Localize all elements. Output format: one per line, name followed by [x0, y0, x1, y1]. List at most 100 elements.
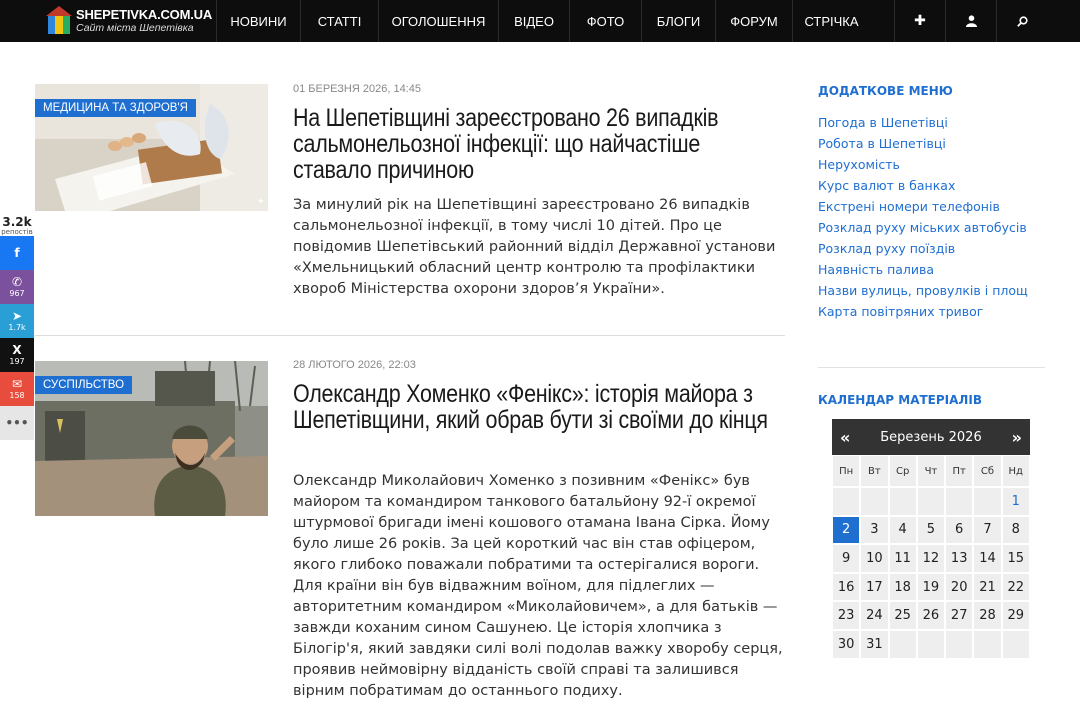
calendar-day: 29	[1001, 601, 1030, 630]
article-divider	[35, 335, 785, 336]
search-icon[interactable]	[996, 0, 1047, 42]
calendar-day[interactable]: 1	[1001, 487, 1030, 516]
calendar-day: 16	[832, 572, 861, 602]
site-subtitle: Сайт міста Шепетівка	[76, 22, 194, 35]
calendar-empty-cell	[973, 629, 1002, 659]
sidebar-link-weather[interactable]: Погода в Шепетівці	[818, 112, 1028, 133]
email-share-button[interactable]: ✉ 158	[0, 372, 34, 406]
calendar-day: 24	[860, 601, 889, 630]
calendar-day: 28	[973, 601, 1002, 630]
nav-item-video[interactable]: ВІДЕО	[498, 0, 569, 42]
calendar-day: 18	[888, 572, 917, 602]
viber-icon: ✆	[11, 274, 23, 289]
telegram-share-button[interactable]: ➤ 1.7k	[0, 304, 34, 338]
sidebar-link-real-estate[interactable]: Нерухомість	[818, 154, 1028, 175]
calendar-weekday-label: Ср	[888, 455, 917, 487]
calendar-day: 21	[973, 572, 1002, 602]
calendar-weekday-label: Сб	[973, 455, 1002, 487]
nav-item-feed[interactable]: СТРІЧКА	[792, 0, 870, 42]
calendar-day: 5	[916, 515, 946, 545]
calendar-day: 6	[945, 515, 974, 545]
nav-item-photo[interactable]: ФОТО	[569, 0, 641, 42]
calendar-day: 10	[860, 544, 889, 573]
calendar-day: 23	[832, 601, 861, 630]
logo-emblem-icon	[46, 6, 72, 36]
share-total-count: 3.2k	[2, 215, 32, 229]
viber-share-button[interactable]: ✆ 967	[0, 270, 34, 304]
category-badge[interactable]: МЕДИЦИНА ТА ЗДОРОВ'Я	[35, 99, 196, 117]
calendar-empty-cell	[888, 487, 917, 516]
additional-menu-title: ДОДАТКОВЕ МЕНЮ	[818, 84, 953, 98]
svg-text:✦: ✦	[257, 197, 265, 207]
calendar-empty-cell	[1001, 629, 1030, 659]
sidebar-link-street-names[interactable]: Назви вулиць, провулків і площ	[818, 280, 1028, 301]
sidebar-link-fuel[interactable]: Наявність палива	[818, 259, 1028, 280]
sidebar-link-bus-schedule[interactable]: Розклад руху міських автобусів	[818, 217, 1028, 238]
calendar-day: 31	[860, 629, 889, 659]
nav-item-blogs[interactable]: БЛОГИ	[641, 0, 715, 42]
calendar-day: 14	[973, 544, 1002, 573]
calendar-empty-cell	[860, 487, 889, 516]
calendar-day[interactable]: 2	[832, 515, 861, 545]
article-title[interactable]: На Шепетівщині зареєстровано 26 випадків…	[293, 105, 783, 183]
calendar-day: 11	[888, 544, 917, 573]
article-thumbnail[interactable]: СУСПІЛЬСТВО	[35, 361, 268, 516]
site-title: SHEPETIVKA.COM.UA	[76, 7, 213, 23]
viber-share-count: 967	[9, 288, 25, 298]
sidebar-link-air-alert-map[interactable]: Карта повітряних тривог	[818, 301, 1028, 322]
article-thumbnail[interactable]: ✦ МЕДИЦИНА ТА ЗДОРОВ'Я	[35, 84, 268, 211]
main-menu: НОВИНИ СТАТТІ ОГОЛОШЕННЯ ВІДЕО ФОТО БЛОГ…	[216, 0, 1047, 42]
calendar-day: 30	[832, 629, 861, 659]
calendar-day: 15	[1001, 544, 1030, 573]
calendar-day: 7	[973, 515, 1002, 545]
user-icon[interactable]	[945, 0, 996, 42]
x-share-button[interactable]: X 197	[0, 338, 34, 372]
calendar-header: « Березень 2026 »	[832, 419, 1030, 455]
calendar-title: КАЛЕНДАР МАТЕРІАЛІВ	[818, 393, 982, 407]
plus-icon[interactable]: ✚	[894, 0, 945, 42]
facebook-share-button[interactable]: f	[0, 236, 34, 270]
nav-item-news[interactable]: НОВИНИ	[216, 0, 300, 42]
article-card: ✦ МЕДИЦИНА ТА ЗДОРОВ'Я 01 БЕРЕЗНЯ 2026, …	[35, 83, 785, 324]
calendar-day: 26	[916, 601, 946, 630]
telegram-share-count: 1.7k	[8, 322, 26, 332]
calendar-day: 8	[1001, 515, 1030, 545]
share-sidebar: 3.2k репостів f ✆ 967 ➤ 1.7k X 197 ✉ 158…	[0, 213, 34, 440]
article-card: СУСПІЛЬСТВО 28 ЛЮТОГО 2026, 22:03 Олекса…	[35, 359, 785, 699]
email-icon: ✉	[11, 376, 23, 391]
article-title[interactable]: Олександр Хоменко «Фенікс»: історія майо…	[293, 381, 783, 433]
calendar-next-month-button[interactable]: »	[1012, 428, 1022, 447]
article-date: 01 БЕРЕЗНЯ 2026, 14:45	[293, 83, 421, 95]
calendar-day: 13	[945, 544, 974, 573]
more-icon: •••	[5, 415, 29, 430]
calendar-day: 17	[860, 572, 889, 602]
calendar-day: 19	[916, 572, 946, 602]
sidebar-link-train-schedule[interactable]: Розклад руху поїздів	[818, 238, 1028, 259]
calendar-prev-month-button[interactable]: «	[840, 428, 850, 447]
calendar-empty-cell	[916, 487, 946, 516]
sidebar-divider	[818, 367, 1045, 368]
calendar-day: 3	[860, 515, 889, 545]
calendar-grid: Пн Вт Ср Чт Пт Сб Нд 1 2 3 4 5 6 7 8 9 10 11 12 13 14 15 16 17 1…	[832, 455, 1030, 659]
site-logo[interactable]: SHEPETIVKA.COM.UA Сайт міста Шепетівка	[0, 0, 216, 42]
nav-item-ads[interactable]: ОГОЛОШЕННЯ	[378, 0, 498, 42]
calendar-day: 4	[888, 515, 917, 545]
category-badge[interactable]: СУСПІЛЬСТВО	[35, 376, 133, 394]
sidebar-link-jobs[interactable]: Робота в Шепетівці	[818, 133, 1028, 154]
sidebar-link-exchange-rates[interactable]: Курс валют в банках	[818, 175, 1028, 196]
sidebar-link-emergency-numbers[interactable]: Екстрені номери телефонів	[818, 196, 1028, 217]
calendar-day: 20	[945, 572, 974, 602]
top-navigation-bar: SHEPETIVKA.COM.UA Сайт міста Шепетівка Н…	[0, 0, 1080, 42]
additional-menu-list: Погода в Шепетівці Робота в Шепетівці Не…	[818, 112, 1028, 322]
materials-calendar: « Березень 2026 » Пн Вт Ср Чт Пт Сб Нд 1 2 3 4 5 6 7 8…	[832, 419, 1030, 659]
calendar-weekday-label: Пн	[832, 455, 861, 487]
nav-item-forum[interactable]: ФОРУМ	[715, 0, 792, 42]
calendar-empty-cell	[888, 629, 917, 659]
email-share-count: 158	[9, 390, 25, 400]
calendar-empty-cell	[945, 629, 974, 659]
facebook-icon: f	[14, 245, 20, 260]
nav-item-articles[interactable]: СТАТТІ	[300, 0, 378, 42]
calendar-weekday-label: Чт	[916, 455, 946, 487]
more-share-button[interactable]: •••	[0, 406, 34, 440]
